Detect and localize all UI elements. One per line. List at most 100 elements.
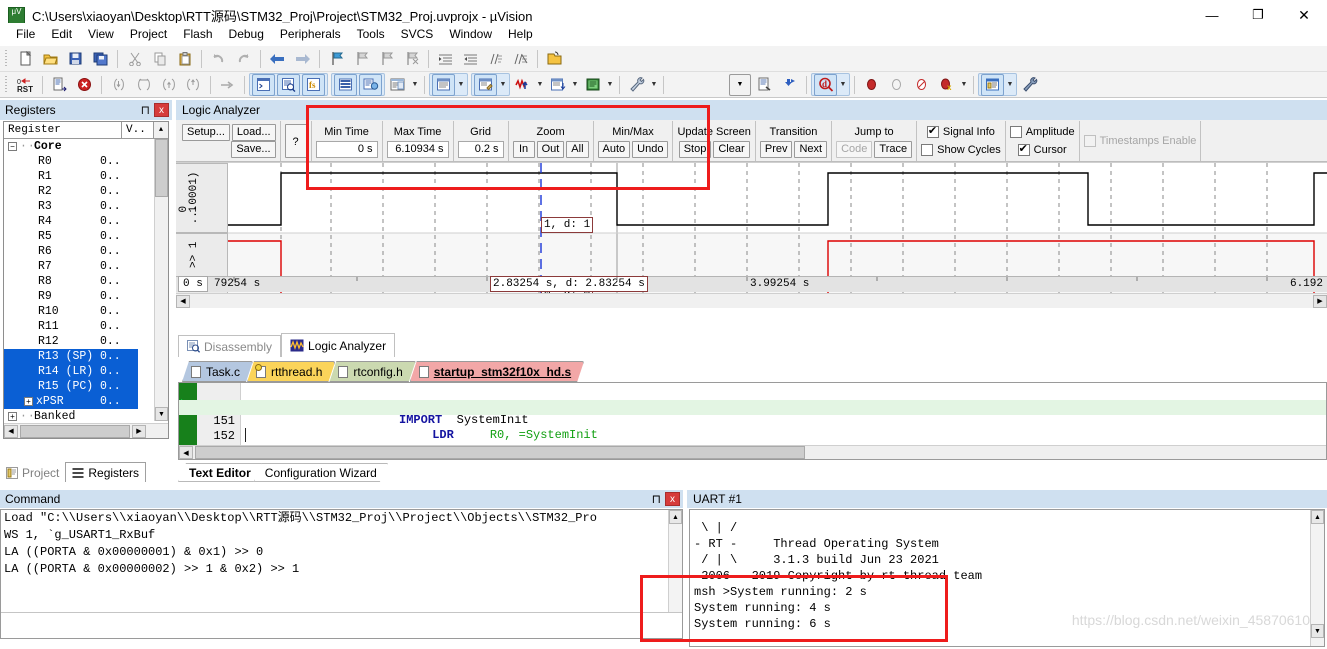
table-row[interactable]: R0 0.. <box>4 154 138 169</box>
sidebar-tab-project[interactable]: Project <box>0 463 65 482</box>
logic-analyzer-dropdown-caret-icon[interactable]: ▼ <box>535 74 545 96</box>
uart-output[interactable]: \ | / - RT - Thread Operating System / |… <box>689 509 1325 647</box>
target-dropdown-box-icon[interactable]: ▼ <box>729 73 751 96</box>
table-row[interactable]: R6 0.. <box>4 244 138 259</box>
indent-increase-icon[interactable] <box>434 48 457 70</box>
scrollbar-thumb-h[interactable] <box>20 424 130 438</box>
indent-decrease-icon[interactable] <box>459 48 482 70</box>
system-analyzer-icon[interactable] <box>581 74 604 96</box>
save-button-real[interactable]: Save... <box>231 141 276 158</box>
cut-icon[interactable] <box>123 48 146 70</box>
back-arrow-icon[interactable] <box>266 48 289 70</box>
menu-svcs[interactable]: SVCS <box>393 25 442 43</box>
column-register[interactable]: Register <box>4 122 122 138</box>
menu-peripherals[interactable]: Peripherals <box>272 25 349 43</box>
call-stack-icon[interactable] <box>359 73 382 96</box>
minmax-undo-button[interactable]: Undo <box>632 141 669 158</box>
menu-flash[interactable]: Flash <box>175 25 220 43</box>
open-file-icon[interactable] <box>39 48 62 70</box>
redo-icon[interactable] <box>232 48 255 70</box>
setup-button[interactable]: Setup... <box>182 124 230 141</box>
memory-dropdown-caret-icon[interactable]: ▼ <box>456 74 466 96</box>
show-cycles-checkbox-icon[interactable] <box>921 144 934 156</box>
kill-all-breakpoints-icon[interactable] <box>910 74 933 96</box>
serial-window-icon[interactable] <box>474 73 497 96</box>
menu-debug[interactable]: Debug <box>221 25 272 43</box>
uart-scroll-up-icon[interactable]: ▲ <box>1311 510 1324 524</box>
run-icon[interactable] <box>48 74 71 96</box>
menu-window[interactable]: Window <box>441 25 500 43</box>
tab-configuration-wizard[interactable]: Configuration Wizard <box>254 463 388 482</box>
table-row[interactable]: R13 (SP) 0.. <box>4 349 138 364</box>
table-row[interactable]: R10 0.. <box>4 304 138 319</box>
tree-node-banked[interactable]: + ··· Banked <box>4 409 138 421</box>
table-row[interactable]: R1 0.. <box>4 169 138 184</box>
copy-icon[interactable] <box>148 48 171 70</box>
bookmark-prev-icon[interactable] <box>350 48 373 70</box>
wave-scroll-left-icon[interactable]: ◀ <box>176 294 190 308</box>
menu-help[interactable]: Help <box>500 25 541 43</box>
run-to-cursor-icon[interactable] <box>182 74 205 96</box>
registers-window-icon[interactable] <box>334 73 357 96</box>
uart-scroll-down-icon[interactable]: ▼ <box>1311 624 1324 638</box>
code-hscrollbar[interactable]: ◀ <box>179 445 1326 459</box>
settings-wrench-icon[interactable] <box>1018 74 1041 96</box>
table-row[interactable]: R5 0.. <box>4 229 138 244</box>
clear-breakpoints-icon[interactable]: x <box>935 74 958 96</box>
save-all-icon[interactable] <box>89 48 112 70</box>
cursor-checkbox-icon[interactable] <box>1017 142 1030 156</box>
signal-label-1[interactable]: ...0001) 1 0 <box>176 163 228 233</box>
checkbox-show-cycles[interactable]: Show Cycles <box>921 142 1001 158</box>
breakpoint-dropdown-caret-icon[interactable]: ▼ <box>959 74 969 96</box>
scroll-down-icon[interactable]: ▼ <box>155 407 168 421</box>
code-line[interactable]: 152 BLX R0 <box>179 415 1326 457</box>
start-debug-icon[interactable]: d <box>814 73 837 96</box>
scroll-right-icon[interactable]: ▶ <box>132 424 146 438</box>
file-tab-startup-s[interactable]: startup_stm32f10x_hd.s <box>410 361 584 382</box>
disable-breakpoint-icon[interactable] <box>885 74 908 96</box>
command-window-icon[interactable] <box>252 73 275 96</box>
load-button[interactable]: Load... <box>231 124 276 141</box>
minmax-auto-button[interactable]: Auto <box>597 141 631 158</box>
table-row[interactable]: R2 0.. <box>4 184 138 199</box>
scroll-up-icon[interactable]: ▲ <box>154 122 168 138</box>
column-value[interactable]: V.. <box>122 122 154 138</box>
step-out-icon[interactable] <box>157 74 180 96</box>
tab-disassembly[interactable]: Disassembly <box>178 335 282 357</box>
show-next-statement-icon[interactable] <box>216 74 239 96</box>
step-into-icon[interactable] <box>107 74 130 96</box>
stop-icon[interactable] <box>73 74 96 96</box>
command-scroll-up-icon[interactable]: ▲ <box>669 510 682 524</box>
menu-project[interactable]: Project <box>122 25 175 43</box>
table-row[interactable]: R7 0.. <box>4 259 138 274</box>
registers-horizontal-scrollbar[interactable]: ◀ ▶ <box>4 423 168 438</box>
reset-cpu-icon[interactable]: 0 RST <box>14 74 37 96</box>
open-folder-icon[interactable] <box>543 48 566 70</box>
code-scroll-left-icon[interactable]: ◀ <box>179 446 193 459</box>
zoom-out-button[interactable]: Out <box>536 141 565 158</box>
watch-window-icon[interactable] <box>386 74 409 96</box>
toolbar-grip-2[interactable] <box>3 75 10 94</box>
update-clear-button[interactable]: Clear <box>713 141 750 158</box>
project-options-icon[interactable] <box>753 74 776 96</box>
jump-to-trace-button[interactable]: Trace <box>874 141 913 158</box>
scroll-left-icon[interactable]: ◀ <box>4 424 18 438</box>
table-row[interactable]: R8 0.. <box>4 274 138 289</box>
waveform-area[interactable]: ...0001) 1 0 ... >> 1 1 0 <box>176 162 1327 308</box>
file-tab-rtthread-h[interactable]: rtthread.h <box>247 361 335 382</box>
checkbox-amplitude[interactable]: Amplitude <box>1009 124 1075 140</box>
scrollbar-thumb[interactable] <box>155 139 168 197</box>
uncomment-icon[interactable] <box>509 48 532 70</box>
table-row[interactable]: R12 0.. <box>4 334 138 349</box>
table-row[interactable]: R15 (PC) 0.. <box>4 379 138 394</box>
save-icon[interactable] <box>64 48 87 70</box>
amplitude-checkbox-icon[interactable] <box>1009 126 1022 138</box>
registers-close-icon[interactable]: x <box>154 103 169 117</box>
max-time-field[interactable]: 6.10934 s <box>386 141 449 158</box>
table-row[interactable]: R3 0.. <box>4 199 138 214</box>
waveform-hscrollbar[interactable]: ◀ ▶ <box>176 293 1327 308</box>
registers-scroll-area[interactable]: − ··· Core R0 0.. R1 0.. R2 0.. R3 0.. R… <box>4 139 168 421</box>
menu-view[interactable]: View <box>80 25 122 43</box>
table-row[interactable]: R11 0.. <box>4 319 138 334</box>
tools-wrench-icon[interactable] <box>625 74 648 96</box>
